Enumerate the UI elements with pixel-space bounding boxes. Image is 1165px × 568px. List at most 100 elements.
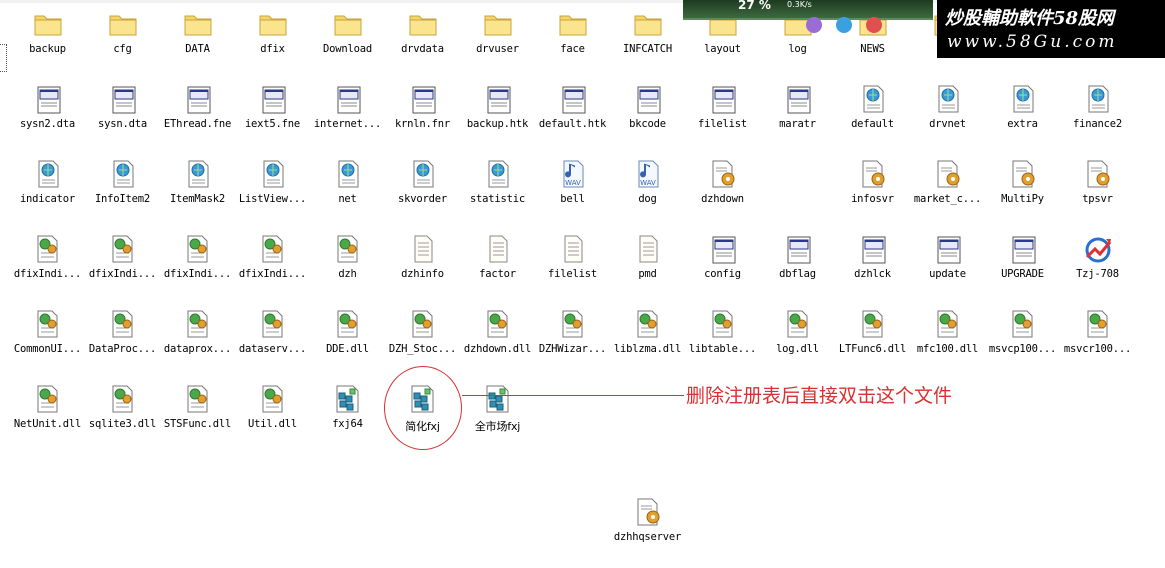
file-item[interactable]: dfixIndi... (235, 233, 310, 305)
file-item[interactable]: UPGRADE (985, 233, 1060, 305)
trophy-icon[interactable] (866, 17, 882, 33)
file-item[interactable]: Tzj-708 (1060, 233, 1135, 305)
file-item[interactable]: filelist (535, 233, 610, 305)
dll-file-icon (482, 308, 514, 340)
file-item[interactable]: drvdata (385, 8, 460, 80)
file-item[interactable]: dataserv... (235, 308, 310, 380)
file-label: indicator (19, 193, 76, 205)
file-item[interactable]: INFCATCH (610, 8, 685, 80)
file-label: dfixIndi... (13, 268, 82, 280)
file-item[interactable]: WAV dog (610, 158, 685, 230)
file-item[interactable]: DDE.dll (310, 308, 385, 380)
file-item[interactable]: sysn2.dta (10, 83, 85, 155)
file-item[interactable]: Util.dll (235, 383, 310, 455)
file-item[interactable]: skvorder (385, 158, 460, 230)
file-item[interactable]: dzhdown (685, 158, 760, 230)
file-item[interactable]: log.dll (760, 308, 835, 380)
web-file-icon (182, 158, 214, 190)
file-item[interactable]: bkcode (610, 83, 685, 155)
file-item[interactable]: DataProc... (85, 308, 160, 380)
file-item[interactable]: dfix (235, 8, 310, 80)
file-item[interactable]: 全市场fxj (460, 383, 535, 455)
file-item[interactable]: config (685, 233, 760, 305)
file-item[interactable]: default.htk (535, 83, 610, 155)
file-item[interactable]: dzhinfo (385, 233, 460, 305)
file-label: update (929, 268, 966, 280)
dll-file-icon (407, 308, 439, 340)
file-item[interactable]: internet... (310, 83, 385, 155)
file-item[interactable]: dataprox... (160, 308, 235, 380)
file-item[interactable]: pmd (610, 233, 685, 305)
file-item[interactable]: msvcr100... (1060, 308, 1135, 380)
file-item[interactable]: cfg (85, 8, 160, 80)
file-item[interactable]: Download (310, 8, 385, 80)
file-item[interactable]: backup (10, 8, 85, 80)
file-item[interactable]: dfixIndi... (160, 233, 235, 305)
file-item[interactable]: drvnet (910, 83, 985, 155)
file-label: finance2 (1073, 118, 1122, 130)
file-item[interactable]: finance2 (1060, 83, 1135, 155)
file-item[interactable]: update (910, 233, 985, 305)
file-item[interactable]: libtable... (685, 308, 760, 380)
file-item[interactable]: filelist (685, 83, 760, 155)
file-label: NEWS (860, 43, 885, 55)
file-label: default (851, 118, 894, 130)
file-item[interactable]: dfixIndi... (85, 233, 160, 305)
file-label: net (338, 193, 357, 205)
purple-icon[interactable] (806, 17, 822, 33)
shirt-icon[interactable] (836, 17, 852, 33)
folder-icon (257, 8, 289, 40)
file-label: dfix (260, 43, 285, 55)
file-item[interactable]: fxj64 (310, 383, 385, 455)
file-item[interactable]: MultiPy (985, 158, 1060, 230)
file-item[interactable]: factor (460, 233, 535, 305)
file-item[interactable]: face (535, 8, 610, 80)
folder-icon (407, 8, 439, 40)
file-item[interactable]: msvcp100... (985, 308, 1060, 380)
file-item[interactable]: dzh (310, 233, 385, 305)
file-item[interactable]: krnln.fnr (385, 83, 460, 155)
file-item[interactable]: DATA (160, 8, 235, 80)
file-item[interactable]: WAV bell (535, 158, 610, 230)
file-item[interactable]: NetUnit.dll (10, 383, 85, 455)
dll-file-icon (107, 383, 139, 415)
file-item[interactable]: LTFunc6.dll (835, 308, 910, 380)
file-label: bkcode (629, 118, 666, 130)
speed-readout: 0.3K/s (787, 0, 812, 9)
file-item[interactable]: dfixIndi... (10, 233, 85, 305)
file-item[interactable]: sqlite3.dll (85, 383, 160, 455)
file-item[interactable]: CommonUI... (10, 308, 85, 380)
file-label: drvnet (929, 118, 966, 130)
file-item[interactable]: DZHWizar... (535, 308, 610, 380)
file-item[interactable]: STSFunc.dll (160, 383, 235, 455)
file-item[interactable]: indicator (10, 158, 85, 230)
registry-file-icon (482, 383, 514, 415)
file-item[interactable]: net (310, 158, 385, 230)
dll-file-icon (932, 308, 964, 340)
file-item[interactable]: default (835, 83, 910, 155)
file-item[interactable]: InfoItem2 (85, 158, 160, 230)
file-item[interactable]: drvuser (460, 8, 535, 80)
file-item[interactable]: mfc100.dll (910, 308, 985, 380)
file-label: layout (704, 43, 741, 55)
svg-text:WAV: WAV (565, 179, 581, 187)
file-item[interactable]: dzhdown.dll (460, 308, 535, 380)
dll-file-icon (707, 308, 739, 340)
file-item[interactable]: maratr (760, 83, 835, 155)
file-item[interactable]: sysn.dta (85, 83, 160, 155)
file-item[interactable]: ItemMask2 (160, 158, 235, 230)
file-item[interactable]: ListView... (235, 158, 310, 230)
file-item[interactable]: backup.htk (460, 83, 535, 155)
file-item[interactable]: infosvr (835, 158, 910, 230)
file-item[interactable]: EThread.fne (160, 83, 235, 155)
file-item[interactable]: liblzma.dll (610, 308, 685, 380)
file-label: pmd (638, 268, 657, 280)
file-item[interactable]: statistic (460, 158, 535, 230)
file-item[interactable]: tpsvr (1060, 158, 1135, 230)
file-item[interactable]: extra (985, 83, 1060, 155)
file-item[interactable]: market_c... (910, 158, 985, 230)
file-item[interactable]: dzhlck (835, 233, 910, 305)
folder-icon (332, 8, 364, 40)
file-item[interactable]: dbflag (760, 233, 835, 305)
file-item[interactable]: iext5.fne (235, 83, 310, 155)
